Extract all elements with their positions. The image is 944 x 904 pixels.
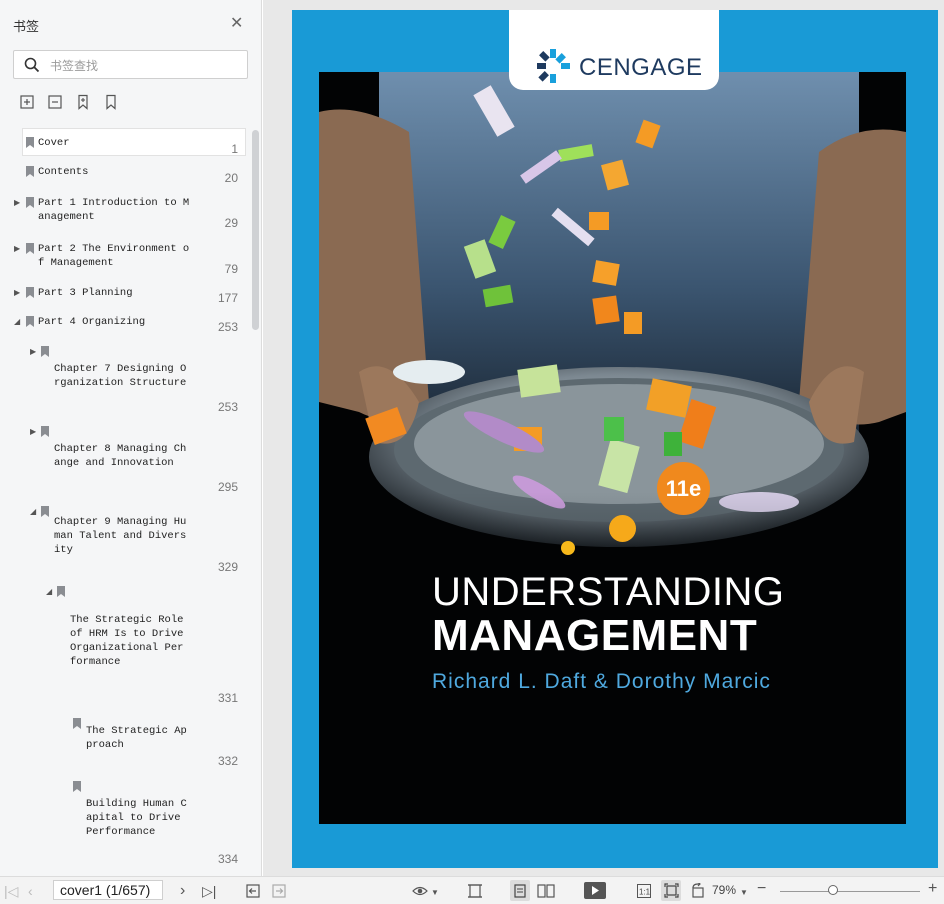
svg-text:1:1: 1:1 (639, 888, 651, 897)
cover-title-line2: MANAGEMENT (432, 611, 758, 660)
search-icon (24, 57, 40, 73)
bookmark-marker-icon (26, 166, 34, 177)
cover-photo-illustration (319, 72, 906, 824)
rotate-icon[interactable] (690, 883, 706, 899)
edition-badge: 11e (657, 462, 710, 515)
collapse-arrow-icon[interactable]: ◢ (46, 587, 52, 597)
add-bookmark-icon[interactable] (75, 94, 91, 110)
bookmark-sidebar: 书签 ✕ Cover 1 (0, 0, 262, 876)
play-slideshow-icon[interactable] (584, 882, 606, 899)
zoom-out-icon[interactable]: − (757, 881, 766, 897)
expand-arrow-icon[interactable]: ▶ (14, 244, 20, 254)
bookmark-marker-icon (57, 586, 65, 597)
bookmark-marker-icon (26, 287, 34, 298)
cengage-logo-icon (537, 49, 570, 83)
zoom-slider-track[interactable] (780, 891, 920, 892)
next-page-icon[interactable]: › (180, 883, 185, 899)
go-forward-icon[interactable] (272, 884, 286, 898)
bookmark-marker-icon (41, 506, 49, 517)
cover-image (319, 72, 906, 824)
zoom-slider-handle[interactable] (828, 885, 838, 895)
expand-arrow-icon[interactable]: ▶ (30, 427, 36, 437)
decorative-dot (561, 541, 575, 555)
go-back-icon[interactable] (246, 884, 260, 898)
actual-size-icon[interactable]: 1:1 (637, 884, 651, 898)
fit-width-icon[interactable] (467, 884, 483, 898)
single-page-icon[interactable] (514, 884, 526, 898)
first-page-icon[interactable]: |◁ (4, 883, 18, 899)
bookmark-search (13, 50, 248, 79)
zoom-level[interactable]: 79% (712, 883, 736, 897)
bookmark-marker-icon (26, 197, 34, 208)
bookmark-marker-icon (41, 426, 49, 437)
bottom-toolbar: |◁ ‹ cover1 (1/657) › ▷| ▼ 1:1 79% ▼ − + (0, 876, 944, 904)
publisher-name: CENGAGE (579, 54, 703, 81)
zoom-dropdown-icon[interactable]: ▼ (740, 885, 748, 901)
bookmark-marker-icon (73, 781, 81, 792)
expand-arrow-icon[interactable]: ▶ (14, 288, 20, 298)
bookmark-marker-icon (41, 346, 49, 357)
search-input[interactable] (48, 55, 242, 76)
bookmark-marker-icon (26, 137, 34, 148)
bookmark-icon[interactable] (103, 94, 119, 110)
last-page-icon[interactable]: ▷| (202, 883, 216, 899)
cover-authors: Richard L. Daft & Dorothy Marcic (432, 670, 771, 693)
collapse-arrow-icon[interactable]: ◢ (14, 317, 20, 327)
bookmark-marker-icon (26, 316, 34, 327)
prev-page-icon[interactable]: ‹ (28, 883, 33, 899)
collapse-all-icon[interactable] (47, 94, 63, 110)
collapse-arrow-icon[interactable]: ◢ (30, 507, 36, 517)
double-page-icon[interactable] (537, 884, 555, 898)
page-number-input[interactable]: cover1 (1/657) (53, 880, 163, 900)
sidebar-scrollbar[interactable] (252, 130, 259, 330)
bookmark-marker-icon (73, 718, 81, 729)
sidebar-title: 书签 (13, 19, 40, 34)
eye-icon[interactable] (412, 884, 428, 898)
close-icon[interactable]: ✕ (230, 16, 243, 32)
publisher-logo-card: CENGAGE (509, 10, 719, 90)
decorative-dot (609, 515, 636, 542)
cover-title-line1: UNDERSTANDING (432, 570, 785, 614)
bookmark-marker-icon (26, 243, 34, 254)
expand-arrow-icon[interactable]: ▶ (14, 198, 20, 208)
chevron-down-icon[interactable]: ▼ (431, 885, 439, 901)
fit-page-icon[interactable] (664, 883, 679, 898)
zoom-in-icon[interactable]: + (928, 881, 937, 897)
expand-arrow-icon[interactable]: ▶ (30, 347, 36, 357)
expand-all-icon[interactable] (19, 94, 35, 110)
